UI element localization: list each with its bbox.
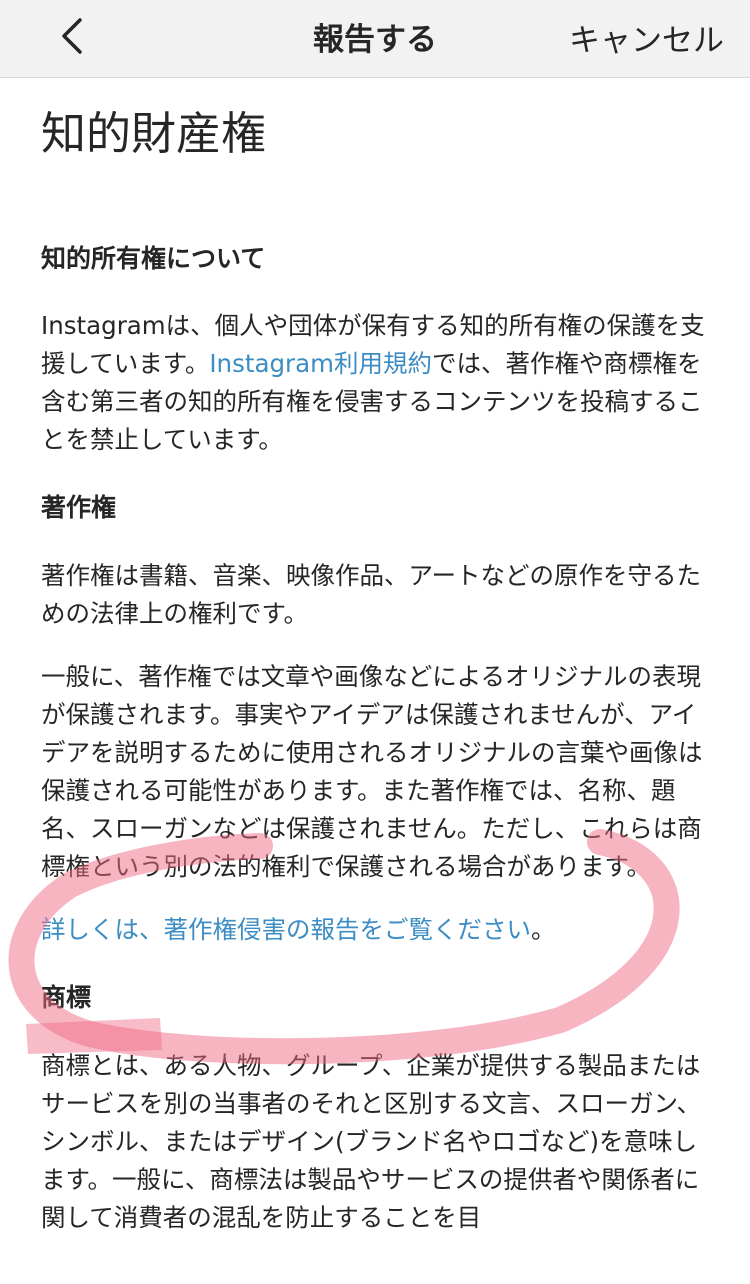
terms-link[interactable]: Instagram利用規約 [209, 349, 432, 378]
copyright-report-line: 詳しくは、著作権侵害の報告をご覧ください。 [41, 911, 709, 949]
copyright-report-link[interactable]: 詳しくは、著作権侵害の報告をご覧ください [41, 915, 531, 944]
report-content: 知的財産権 知的所有権について Instagramは、個人や団体が保有する知的所… [41, 78, 709, 1237]
trademark-paragraph-1: 商標とは、ある人物、グループ、企業が提供する製品またはサービスを別の当事者のそれ… [41, 1051, 702, 1232]
page-title: 知的財産権 [41, 107, 267, 160]
intro-heading: 知的所有権について [41, 244, 266, 273]
cancel-button[interactable]: キャンセル [569, 15, 724, 60]
back-button[interactable] [44, 8, 100, 64]
copyright-report-suffix: 。 [531, 915, 556, 944]
nav-bar: 報告する キャンセル [0, 0, 750, 78]
copyright-heading: 著作権 [41, 493, 117, 522]
copyright-paragraph-1: 著作権は書籍、音楽、映像作品、アートなどの原作を守るための法律上の権利です。 [41, 561, 702, 628]
chevron-left-icon [62, 18, 82, 54]
intro-paragraph: Instagramは、個人や団体が保有する知的所有権の保護を支援しています。In… [41, 307, 709, 459]
trademark-heading: 商標 [41, 983, 92, 1012]
copyright-paragraph-2: 一般に、著作権では文章や画像などによるオリジナルの表現が保護されます。事実やアイ… [41, 662, 703, 881]
